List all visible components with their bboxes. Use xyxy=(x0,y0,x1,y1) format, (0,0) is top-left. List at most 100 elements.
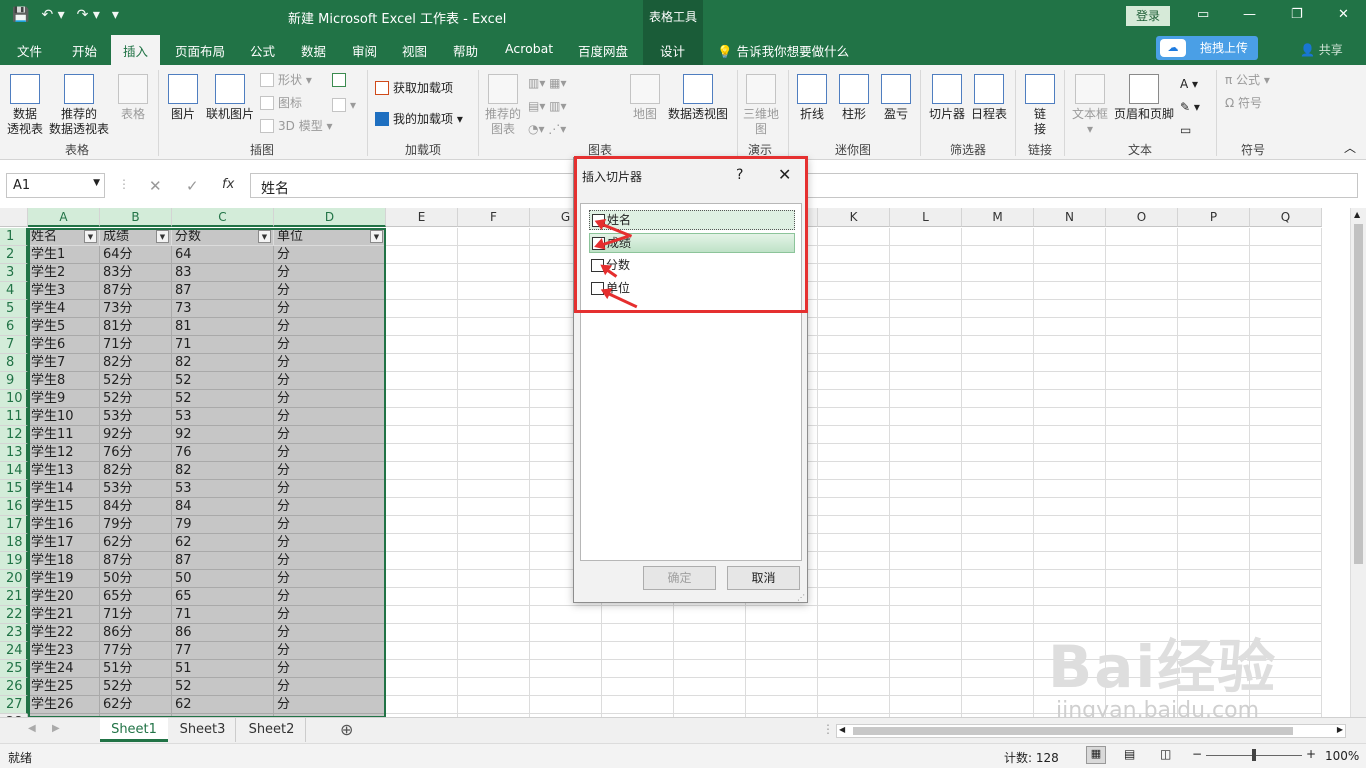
table-cell[interactable] xyxy=(1250,246,1322,264)
table-cell[interactable] xyxy=(458,336,530,354)
table-cell[interactable] xyxy=(602,606,674,624)
table-cell[interactable]: 分 xyxy=(274,552,386,570)
table-cell[interactable]: 学生14 xyxy=(28,480,100,498)
table-cell[interactable]: 65分 xyxy=(100,588,172,606)
table-cell[interactable]: 分 xyxy=(274,570,386,588)
table-cell[interactable] xyxy=(1034,516,1106,534)
table-cell[interactable] xyxy=(962,318,1034,336)
table-cell[interactable] xyxy=(1106,444,1178,462)
table-cell[interactable] xyxy=(818,336,890,354)
row-header[interactable]: 16 xyxy=(0,498,28,516)
dialog-close-icon[interactable]: ✕ xyxy=(778,165,791,184)
table-cell[interactable] xyxy=(1106,480,1178,498)
tab-file[interactable]: 文件 xyxy=(17,41,42,60)
vertical-scrollbar[interactable]: ▲ xyxy=(1350,208,1366,717)
table-cell[interactable]: 分 xyxy=(274,444,386,462)
table-cell[interactable] xyxy=(1106,426,1178,444)
get-addins-button[interactable]: 获取加载项 xyxy=(375,81,453,96)
table-cell[interactable]: 71分 xyxy=(100,606,172,624)
table-cell[interactable] xyxy=(890,534,962,552)
table-cell[interactable] xyxy=(1178,246,1250,264)
table-cell[interactable]: 分 xyxy=(274,354,386,372)
table-cell[interactable]: 分 xyxy=(274,264,386,282)
column-header[interactable]: D xyxy=(274,208,386,227)
table-cell[interactable] xyxy=(1250,570,1322,588)
table-cell[interactable] xyxy=(962,570,1034,588)
row-header[interactable]: 2 xyxy=(0,246,28,264)
table-cell[interactable] xyxy=(818,660,890,678)
table-cell[interactable] xyxy=(1178,498,1250,516)
table-cell[interactable] xyxy=(818,246,890,264)
symbol-button[interactable]: Ω 符号 xyxy=(1225,96,1262,111)
table-cell[interactable] xyxy=(818,570,890,588)
table-cell[interactable]: 64分 xyxy=(100,246,172,264)
table-cell[interactable] xyxy=(458,588,530,606)
table-cell[interactable]: 分 xyxy=(274,678,386,696)
scroll-left-arrow-icon[interactable]: ◀ xyxy=(839,725,845,734)
zoom-in-icon[interactable]: + xyxy=(1306,747,1316,761)
table-cell[interactable] xyxy=(458,570,530,588)
table-cell[interactable] xyxy=(818,300,890,318)
table-cell[interactable] xyxy=(962,498,1034,516)
row-header[interactable]: 11 xyxy=(0,408,28,426)
table-cell[interactable]: 86分 xyxy=(100,624,172,642)
table-cell[interactable]: 52分 xyxy=(100,678,172,696)
table-cell[interactable] xyxy=(386,318,458,336)
table-cell[interactable] xyxy=(962,390,1034,408)
table-cell[interactable] xyxy=(962,300,1034,318)
table-cell[interactable] xyxy=(962,696,1034,714)
slicer-field-item[interactable]: 分数 xyxy=(589,256,795,276)
table-cell[interactable] xyxy=(890,228,962,246)
table-cell[interactable] xyxy=(1250,228,1322,246)
column-header[interactable]: N xyxy=(1034,208,1106,227)
table-cell[interactable] xyxy=(1178,282,1250,300)
table-cell[interactable]: 学生13 xyxy=(28,462,100,480)
table-cell[interactable] xyxy=(818,462,890,480)
table-cell[interactable] xyxy=(674,678,746,696)
table-cell[interactable]: 学生25 xyxy=(28,678,100,696)
header-footer-button[interactable]: 页眉和页脚 xyxy=(1112,74,1176,122)
table-cell[interactable] xyxy=(962,552,1034,570)
sparkline-winloss-button[interactable]: 盈亏 xyxy=(880,74,912,122)
row-header[interactable]: 3 xyxy=(0,264,28,282)
table-cell[interactable] xyxy=(818,426,890,444)
table-cell[interactable] xyxy=(530,642,602,660)
table-cell[interactable] xyxy=(1250,588,1322,606)
table-cell[interactable] xyxy=(458,696,530,714)
equation-button[interactable]: π 公式 ▾ xyxy=(1225,73,1270,88)
table-cell[interactable] xyxy=(890,606,962,624)
table-cell[interactable] xyxy=(1034,462,1106,480)
table-cell[interactable]: 53分 xyxy=(100,408,172,426)
table-cell[interactable] xyxy=(1106,588,1178,606)
table-cell[interactable]: 87分 xyxy=(100,282,172,300)
table-cell[interactable] xyxy=(818,534,890,552)
table-cell[interactable] xyxy=(1178,354,1250,372)
table-cell[interactable] xyxy=(962,282,1034,300)
select-all-corner[interactable] xyxy=(0,208,28,227)
table-cell[interactable]: 79 xyxy=(172,516,274,534)
table-cell[interactable] xyxy=(818,606,890,624)
table-cell[interactable] xyxy=(1034,228,1106,246)
ribbon-display-icon[interactable]: ▭ xyxy=(1197,7,1209,22)
row-header[interactable]: 6 xyxy=(0,318,28,336)
table-cell[interactable]: 学生12 xyxy=(28,444,100,462)
table-cell[interactable] xyxy=(818,696,890,714)
table-cell[interactable]: 87 xyxy=(172,552,274,570)
table-cell[interactable] xyxy=(386,516,458,534)
table-cell[interactable] xyxy=(386,408,458,426)
table-cell[interactable] xyxy=(1034,336,1106,354)
row-header[interactable]: 17 xyxy=(0,516,28,534)
text-more-buttons[interactable]: A ▾ ✎ ▾ ▭ xyxy=(1180,73,1200,142)
table-cell[interactable] xyxy=(818,498,890,516)
table-cell[interactable] xyxy=(674,696,746,714)
row-header[interactable]: 14 xyxy=(0,462,28,480)
tab-baidu-netdisk[interactable]: 百度网盘 xyxy=(578,41,628,60)
table-cell[interactable] xyxy=(890,444,962,462)
table-cell[interactable] xyxy=(1106,390,1178,408)
sheet-tab[interactable]: Sheet3 xyxy=(170,718,236,742)
table-cell[interactable] xyxy=(1250,318,1322,336)
table-cell[interactable] xyxy=(386,462,458,480)
table-cell[interactable] xyxy=(458,516,530,534)
screenshot-button[interactable] xyxy=(332,73,350,88)
table-cell[interactable] xyxy=(962,516,1034,534)
